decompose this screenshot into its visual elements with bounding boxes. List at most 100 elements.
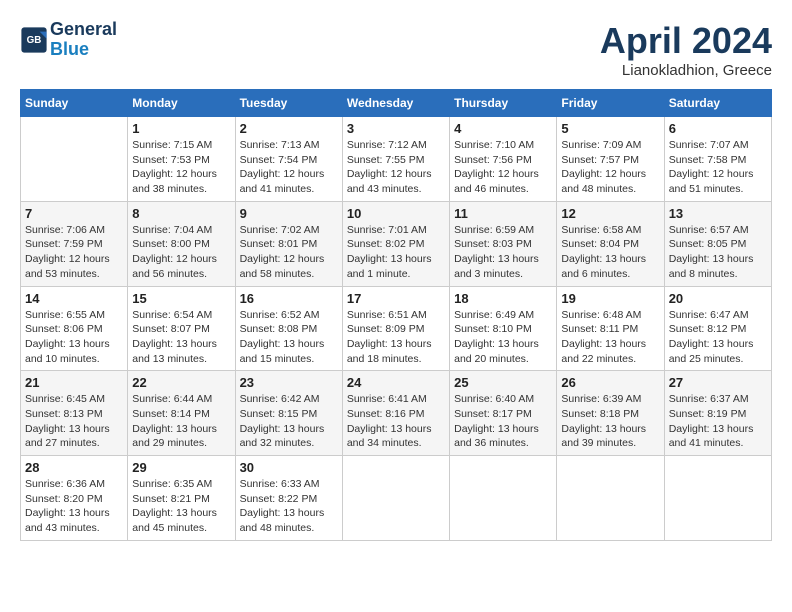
page-header: GB General Blue April 2024 Lianokladhion… [20, 20, 772, 79]
day-info: Sunrise: 6:35 AMSunset: 8:21 PMDaylight:… [132, 477, 230, 536]
location-title: Lianokladhion, Greece [600, 62, 772, 79]
day-info: Sunrise: 7:01 AMSunset: 8:02 PMDaylight:… [347, 223, 445, 282]
day-info: Sunrise: 7:07 AMSunset: 7:58 PMDaylight:… [669, 138, 767, 197]
day-info: Sunrise: 7:04 AMSunset: 8:00 PMDaylight:… [132, 223, 230, 282]
calendar-week-row: 21 Sunrise: 6:45 AMSunset: 8:13 PMDayligh… [21, 371, 772, 456]
day-info: Sunrise: 6:33 AMSunset: 8:22 PMDaylight:… [240, 477, 338, 536]
calendar-cell: 6 Sunrise: 7:07 AMSunset: 7:58 PMDaylight… [664, 117, 771, 202]
svg-text:GB: GB [27, 35, 42, 46]
day-number: 2 [240, 121, 338, 136]
logo-icon: GB [20, 26, 48, 54]
day-number: 13 [669, 206, 767, 221]
month-title: April 2024 [600, 20, 772, 62]
weekday-header-row: SundayMondayTuesdayWednesdayThursdayFrid… [21, 90, 772, 117]
day-number: 17 [347, 291, 445, 306]
calendar-cell [21, 117, 128, 202]
calendar-cell: 14 Sunrise: 6:55 AMSunset: 8:06 PMDayligh… [21, 286, 128, 371]
weekday-header-tuesday: Tuesday [235, 90, 342, 117]
weekday-header-saturday: Saturday [664, 90, 771, 117]
day-info: Sunrise: 6:40 AMSunset: 8:17 PMDaylight:… [454, 392, 552, 451]
weekday-header-sunday: Sunday [21, 90, 128, 117]
day-number: 1 [132, 121, 230, 136]
day-number: 27 [669, 375, 767, 390]
day-info: Sunrise: 7:12 AMSunset: 7:55 PMDaylight:… [347, 138, 445, 197]
day-number: 4 [454, 121, 552, 136]
calendar-cell: 18 Sunrise: 6:49 AMSunset: 8:10 PMDayligh… [450, 286, 557, 371]
day-number: 19 [561, 291, 659, 306]
calendar-cell: 2 Sunrise: 7:13 AMSunset: 7:54 PMDaylight… [235, 117, 342, 202]
weekday-header-monday: Monday [128, 90, 235, 117]
day-info: Sunrise: 7:10 AMSunset: 7:56 PMDaylight:… [454, 138, 552, 197]
calendar-cell: 24 Sunrise: 6:41 AMSunset: 8:16 PMDayligh… [342, 371, 449, 456]
day-info: Sunrise: 6:45 AMSunset: 8:13 PMDaylight:… [25, 392, 123, 451]
calendar-cell: 21 Sunrise: 6:45 AMSunset: 8:13 PMDayligh… [21, 371, 128, 456]
day-number: 3 [347, 121, 445, 136]
day-info: Sunrise: 6:59 AMSunset: 8:03 PMDaylight:… [454, 223, 552, 282]
day-info: Sunrise: 7:15 AMSunset: 7:53 PMDaylight:… [132, 138, 230, 197]
calendar-cell: 25 Sunrise: 6:40 AMSunset: 8:17 PMDayligh… [450, 371, 557, 456]
day-number: 5 [561, 121, 659, 136]
calendar-week-row: 14 Sunrise: 6:55 AMSunset: 8:06 PMDayligh… [21, 286, 772, 371]
day-number: 15 [132, 291, 230, 306]
day-number: 10 [347, 206, 445, 221]
day-number: 20 [669, 291, 767, 306]
day-info: Sunrise: 6:55 AMSunset: 8:06 PMDaylight:… [25, 308, 123, 367]
day-number: 29 [132, 460, 230, 475]
title-area: April 2024 Lianokladhion, Greece [600, 20, 772, 79]
day-info: Sunrise: 7:02 AMSunset: 8:01 PMDaylight:… [240, 223, 338, 282]
weekday-header-friday: Friday [557, 90, 664, 117]
day-info: Sunrise: 6:57 AMSunset: 8:05 PMDaylight:… [669, 223, 767, 282]
day-info: Sunrise: 6:54 AMSunset: 8:07 PMDaylight:… [132, 308, 230, 367]
day-info: Sunrise: 6:42 AMSunset: 8:15 PMDaylight:… [240, 392, 338, 451]
day-info: Sunrise: 6:48 AMSunset: 8:11 PMDaylight:… [561, 308, 659, 367]
calendar-cell: 1 Sunrise: 7:15 AMSunset: 7:53 PMDaylight… [128, 117, 235, 202]
calendar-cell [664, 456, 771, 541]
calendar-cell: 22Sunrise: 6:44 AMSunset: 8:14 PMDayligh… [128, 371, 235, 456]
day-number: 6 [669, 121, 767, 136]
calendar-cell: 15 Sunrise: 6:54 AMSunset: 8:07 PMDayligh… [128, 286, 235, 371]
calendar-cell: 29 Sunrise: 6:35 AMSunset: 8:21 PMDayligh… [128, 456, 235, 541]
day-number: 14 [25, 291, 123, 306]
calendar-cell: 4 Sunrise: 7:10 AMSunset: 7:56 PMDaylight… [450, 117, 557, 202]
day-number: 21 [25, 375, 123, 390]
calendar-cell: 17 Sunrise: 6:51 AMSunset: 8:09 PMDayligh… [342, 286, 449, 371]
calendar-cell: 23 Sunrise: 6:42 AMSunset: 8:15 PMDayligh… [235, 371, 342, 456]
day-info: Sunrise: 7:09 AMSunset: 7:57 PMDaylight:… [561, 138, 659, 197]
day-info: Sunrise: 6:41 AMSunset: 8:16 PMDaylight:… [347, 392, 445, 451]
day-number: 24 [347, 375, 445, 390]
calendar-cell: 28 Sunrise: 6:36 AMSunset: 8:20 PMDayligh… [21, 456, 128, 541]
day-info: Sunrise: 6:37 AMSunset: 8:19 PMDaylight:… [669, 392, 767, 451]
calendar-cell [450, 456, 557, 541]
day-info: Sunrise: 7:06 AMSunset: 7:59 PMDaylight:… [25, 223, 123, 282]
day-number: 18 [454, 291, 552, 306]
day-info: Sunrise: 6:44 AMSunset: 8:14 PMDaylight:… [132, 392, 230, 451]
calendar-cell: 13 Sunrise: 6:57 AMSunset: 8:05 PMDayligh… [664, 201, 771, 286]
weekday-header-wednesday: Wednesday [342, 90, 449, 117]
weekday-header-thursday: Thursday [450, 90, 557, 117]
day-number: 11 [454, 206, 552, 221]
calendar-cell [342, 456, 449, 541]
calendar-cell: 9Sunrise: 7:02 AMSunset: 8:01 PMDaylight… [235, 201, 342, 286]
day-number: 12 [561, 206, 659, 221]
calendar-cell [557, 456, 664, 541]
day-number: 28 [25, 460, 123, 475]
calendar-table: SundayMondayTuesdayWednesdayThursdayFrid… [20, 89, 772, 541]
calendar-cell: 7 Sunrise: 7:06 AMSunset: 7:59 PMDaylight… [21, 201, 128, 286]
calendar-cell: 16Sunrise: 6:52 AMSunset: 8:08 PMDayligh… [235, 286, 342, 371]
day-info: Sunrise: 6:52 AMSunset: 8:08 PMDaylight:… [240, 308, 338, 367]
day-info: Sunrise: 7:13 AMSunset: 7:54 PMDaylight:… [240, 138, 338, 197]
logo-text: General Blue [50, 20, 117, 60]
day-info: Sunrise: 6:58 AMSunset: 8:04 PMDaylight:… [561, 223, 659, 282]
calendar-cell: 3 Sunrise: 7:12 AMSunset: 7:55 PMDaylight… [342, 117, 449, 202]
day-number: 23 [240, 375, 338, 390]
day-number: 25 [454, 375, 552, 390]
day-number: 7 [25, 206, 123, 221]
day-info: Sunrise: 6:36 AMSunset: 8:20 PMDaylight:… [25, 477, 123, 536]
day-info: Sunrise: 6:51 AMSunset: 8:09 PMDaylight:… [347, 308, 445, 367]
day-info: Sunrise: 6:49 AMSunset: 8:10 PMDaylight:… [454, 308, 552, 367]
calendar-cell: 8 Sunrise: 7:04 AMSunset: 8:00 PMDaylight… [128, 201, 235, 286]
calendar-cell: 20Sunrise: 6:47 AMSunset: 8:12 PMDayligh… [664, 286, 771, 371]
day-number: 8 [132, 206, 230, 221]
calendar-cell: 12 Sunrise: 6:58 AMSunset: 8:04 PMDayligh… [557, 201, 664, 286]
day-info: Sunrise: 6:39 AMSunset: 8:18 PMDaylight:… [561, 392, 659, 451]
